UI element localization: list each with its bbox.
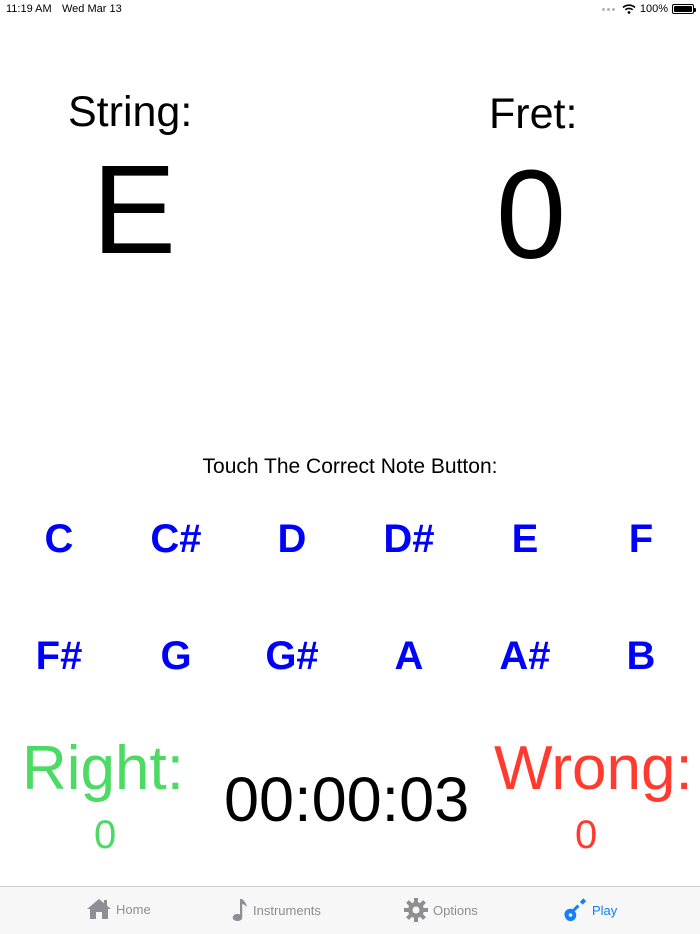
- note-button-c-sharp[interactable]: C#: [126, 511, 226, 567]
- note-button-f[interactable]: F: [591, 511, 691, 567]
- battery-icon: [672, 4, 696, 14]
- multitasking-dots-icon: [601, 7, 615, 11]
- gear-icon: [404, 898, 428, 922]
- string-label: String:: [68, 88, 193, 136]
- wifi-icon: [622, 4, 636, 14]
- house-icon: [87, 899, 111, 919]
- tab-instruments-label: Instruments: [253, 902, 321, 918]
- wrong-count: 0: [575, 813, 598, 857]
- status-date: Wed Mar 13: [62, 3, 122, 15]
- battery-percent: 100%: [639, 3, 668, 15]
- status-indicators: 100%: [601, 3, 696, 15]
- note-button-f-sharp[interactable]: F#: [9, 628, 109, 684]
- note-button-b[interactable]: B: [591, 628, 691, 684]
- note-button-g-sharp[interactable]: G#: [242, 628, 342, 684]
- tab-home[interactable]: Home: [86, 897, 151, 921]
- note-button-g[interactable]: G: [126, 628, 226, 684]
- tab-bar: Home Instruments Options Play: [0, 886, 700, 934]
- note-button-c[interactable]: C: [9, 511, 109, 567]
- tab-instruments[interactable]: Instruments: [231, 897, 321, 923]
- instruction-text: Touch The Correct Note Button:: [202, 455, 498, 478]
- string-value: E: [92, 139, 177, 280]
- note-button-e[interactable]: E: [475, 511, 575, 567]
- note-button-a[interactable]: A: [359, 628, 459, 684]
- elapsed-timer: 00:00:03: [224, 765, 470, 835]
- status-time: 11:19 AM: [6, 3, 52, 15]
- tab-options-label: Options: [433, 902, 478, 918]
- note-button-d-sharp[interactable]: D#: [359, 511, 459, 567]
- music-note-icon: [232, 899, 247, 922]
- right-label: Right:: [22, 734, 184, 803]
- note-button-a-sharp[interactable]: A#: [475, 628, 575, 684]
- tab-play-label: Play: [592, 902, 618, 918]
- fret-value: 0: [496, 144, 567, 285]
- wrong-label: Wrong:: [494, 734, 693, 803]
- tab-options[interactable]: Options: [403, 897, 478, 923]
- status-bar: 11:19 AM Wed Mar 13 100%: [0, 0, 700, 20]
- tab-home-label: Home: [116, 901, 151, 917]
- note-button-d[interactable]: D: [242, 511, 342, 567]
- app-screen: 11:19 AM Wed Mar 13 100% String: E Fret:…: [0, 0, 700, 934]
- right-count: 0: [94, 813, 117, 857]
- tab-play[interactable]: Play: [562, 897, 617, 923]
- guitar-icon: [564, 898, 587, 922]
- fret-label: Fret:: [489, 90, 578, 138]
